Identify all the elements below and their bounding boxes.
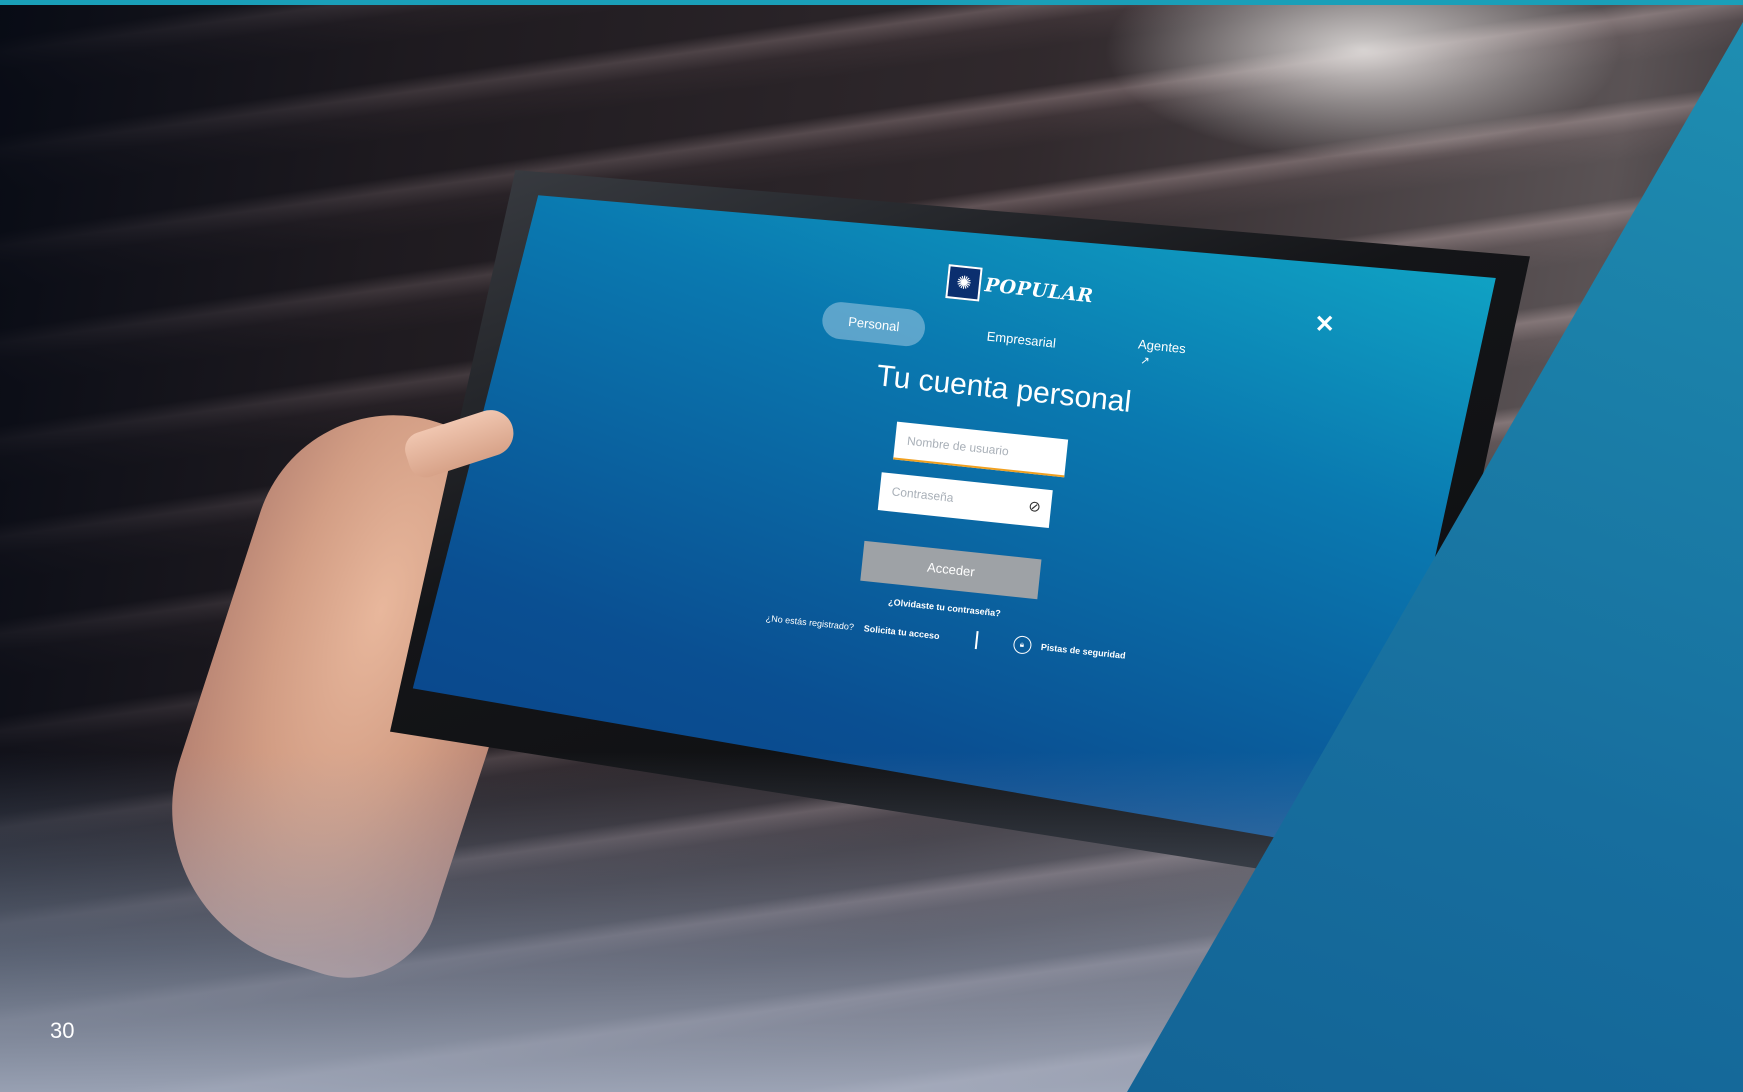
forgot-password-link[interactable]: ¿Olvidaste tu contraseña? bbox=[888, 597, 1001, 619]
username-field[interactable]: Nombre de usuario bbox=[893, 421, 1069, 478]
password-placeholder: Contraseña bbox=[891, 484, 955, 505]
tab-empresarial[interactable]: Empresarial bbox=[965, 316, 1077, 362]
tab-agentes[interactable]: Agentes↗ bbox=[1115, 324, 1213, 383]
not-registered-text: ¿No estás registrado? bbox=[765, 612, 855, 633]
divider bbox=[974, 631, 979, 650]
external-link-icon: ↗ bbox=[1139, 354, 1151, 368]
logo-text: POPULAR bbox=[983, 274, 1095, 308]
top-accent-strip bbox=[0, 0, 1743, 5]
bottom-links: ¿No estás registrado? Solicita tu acceso… bbox=[765, 609, 1127, 665]
username-placeholder: Nombre de usuario bbox=[906, 433, 1010, 459]
submit-button[interactable]: Acceder bbox=[860, 540, 1042, 600]
login-screen: ✺ POPULAR Personal Empresarial Agentes↗ … bbox=[656, 240, 1335, 712]
photo-scene: ✺ POPULAR Personal Empresarial Agentes↗ … bbox=[0, 0, 1743, 1092]
eye-slash-icon[interactable]: ⊘ bbox=[1027, 497, 1041, 516]
lock-icon: 🔒︎ bbox=[1012, 634, 1032, 655]
background-light bbox=[1103, 0, 1623, 160]
password-field[interactable]: Contraseña ⊘ bbox=[877, 472, 1053, 529]
logo-mark-icon: ✺ bbox=[945, 264, 983, 302]
request-access-link[interactable]: Solicita tu acceso bbox=[863, 623, 940, 641]
page-number: 30 bbox=[50, 1018, 75, 1043]
security-tips-link[interactable]: Pistas de seguridad bbox=[1040, 642, 1126, 661]
close-icon[interactable]: ✕ bbox=[1315, 310, 1335, 339]
tab-personal[interactable]: Personal bbox=[820, 299, 928, 348]
